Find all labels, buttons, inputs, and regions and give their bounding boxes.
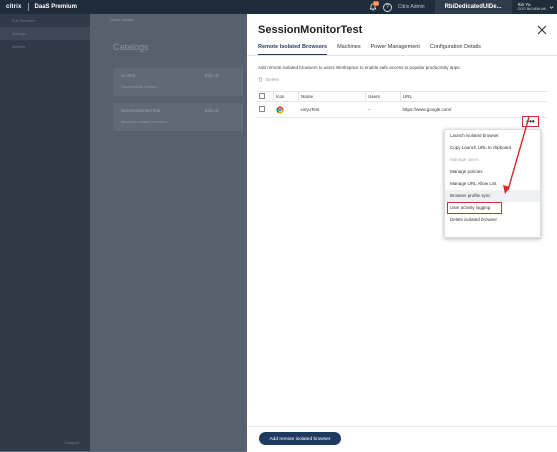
background-main: Quick Deploy Catalogs UI Test Edit UI Su… — [90, 14, 247, 451]
more-actions-button[interactable]: ••• — [522, 116, 539, 127]
row-icon-cell — [273, 101, 299, 118]
menu-item-copy-launch-url[interactable]: Copy Launch URL to clipboard — [445, 142, 540, 154]
top-bar-right: 99 ? Citrix Admin RbiDedicatedUIDe... Xi… — [369, 0, 554, 14]
page-title: Catalogs — [113, 42, 149, 52]
catalog-edit-link[interactable]: Edit UI — [205, 108, 219, 113]
session-drawer: SessionMonitorTest Remote Isolated Brows… — [247, 14, 557, 452]
menu-item-user-activity-logging[interactable]: User activity logging — [447, 202, 502, 214]
tab-bar: Remote Isolated Browsers Machines Power … — [258, 44, 491, 55]
chrome-icon — [275, 105, 284, 114]
menu-item-delete-isolated-browser[interactable]: Delete isolated browser — [445, 214, 540, 226]
top-bar: citrix DaaS Premium 99 ? Citrix Admin Rb… — [0, 0, 557, 14]
tab-power-management[interactable]: Power Management — [371, 44, 420, 55]
menu-item-launch-isolated-browser[interactable]: Launch isolated browser — [445, 130, 540, 142]
citrix-logo[interactable]: citrix — [6, 4, 22, 10]
drawer-footer: Add remote isolated browser — [247, 426, 557, 452]
catalog-card[interactable]: SessionMonitorTest Edit UI Machine creat… — [113, 103, 243, 131]
catalog-status: Successfully created — [121, 84, 158, 89]
user-org: OOO 8b7c85b1d6 — [517, 7, 546, 11]
row-users: -- — [365, 101, 401, 118]
notification-badge: 99 — [372, 1, 380, 6]
row-select-cell — [257, 101, 274, 118]
trash-icon — [258, 77, 263, 82]
nav-item-full-services[interactable]: Full Services — [0, 14, 90, 27]
catalog-name: SessionMonitorTest — [121, 108, 161, 113]
tab-divider — [247, 55, 557, 56]
column-header-users[interactable]: Users — [365, 91, 401, 102]
chevron-down-icon[interactable] — [549, 5, 554, 10]
delete-button[interactable]: Delete — [258, 77, 279, 82]
menu-item-manage-users: Manage users — [450, 157, 479, 162]
citrix-admin-label[interactable]: Citrix Admin — [398, 4, 425, 10]
notification-bell-icon[interactable]: 99 — [369, 1, 380, 11]
user-menu[interactable]: Xin Yu OOO 8b7c85b1d6 — [518, 2, 546, 12]
row-checkbox[interactable] — [259, 106, 265, 112]
tenant-name[interactable]: RbiDedicatedUIDe... — [434, 0, 512, 14]
menu-item-manage-url-allow-list[interactable]: Manage URL Allow List — [445, 178, 540, 190]
column-header-name[interactable]: Name — [298, 91, 366, 102]
catalog-status: Machine created • Actions — [121, 119, 168, 124]
help-icon[interactable]: ? — [382, 2, 392, 12]
add-remote-isolated-browser-button[interactable]: Add remote isolated browser — [259, 432, 341, 445]
menu-item-manage-policies[interactable]: Manage policies — [445, 166, 540, 178]
left-nav: Full Services Manage Monitor Collapse — [0, 14, 90, 451]
nav-item-manage[interactable]: Manage — [0, 27, 90, 40]
table-row[interactable]: xinyuTest -- https://www.google.com/ — [257, 101, 547, 118]
column-header-url[interactable]: URL — [400, 91, 547, 102]
delete-label: Delete — [266, 77, 280, 82]
row-name: xinyuTest — [298, 101, 366, 118]
table-header-row: Icon Name Users URL — [257, 91, 547, 102]
close-icon[interactable] — [537, 25, 547, 35]
column-header-icon[interactable]: Icon — [273, 91, 299, 102]
description-text: Add remote isolated browsers to users Wo… — [258, 65, 461, 70]
product-name: DaaS Premium — [34, 4, 77, 10]
catalog-name: UI Test — [121, 73, 135, 78]
select-all-checkbox[interactable] — [259, 93, 265, 99]
breadcrumb[interactable]: Quick Deploy — [110, 17, 134, 22]
menu-item-browser-profile-sync[interactable]: Browser profile sync — [445, 190, 540, 202]
divider — [27, 3, 29, 11]
collapse-nav[interactable]: Collapse — [64, 440, 80, 445]
catalog-card[interactable]: UI Test Edit UI Successfully created — [113, 68, 243, 96]
tab-machines[interactable]: Machines — [337, 44, 361, 55]
drawer-title: SessionMonitorTest — [258, 24, 363, 36]
tab-remote-isolated-browsers[interactable]: Remote Isolated Browsers — [258, 44, 328, 55]
catalog-edit-link[interactable]: Edit UI — [205, 73, 219, 78]
row-actions-menu: Launch isolated browser Copy Launch URL … — [444, 129, 541, 238]
select-all-header — [257, 91, 274, 102]
browsers-table: Icon Name Users URL xinyuTest -- https:/… — [257, 91, 547, 118]
nav-item-monitor[interactable]: Monitor — [0, 40, 90, 53]
tab-configuration-details[interactable]: Configuration Details — [430, 44, 481, 55]
